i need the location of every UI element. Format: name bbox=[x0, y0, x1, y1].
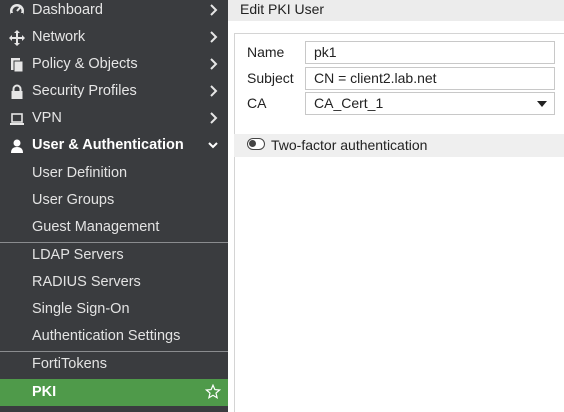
two-factor-section: Two-factor authentication bbox=[234, 134, 564, 157]
sidebar-item-label: Dashboard bbox=[32, 2, 103, 18]
sidebar-item-label: LDAP Servers bbox=[32, 247, 124, 263]
sidebar-item-label: Network bbox=[32, 29, 86, 45]
chevron-down-icon bbox=[537, 101, 547, 107]
two-factor-toggle[interactable] bbox=[247, 138, 265, 150]
chevron-right-icon bbox=[210, 4, 218, 16]
sidebar-item-label: VPN bbox=[32, 110, 62, 126]
sidebar-item-label: User Definition bbox=[32, 165, 128, 181]
sidebar-item-single-sign-on[interactable]: Single Sign-On bbox=[0, 296, 228, 323]
policy-icon bbox=[9, 57, 25, 73]
sidebar-item-network[interactable]: Network bbox=[0, 24, 228, 51]
ca-value: CA_Cert_1 bbox=[314, 95, 384, 111]
page-title: Edit PKI User bbox=[240, 1, 325, 17]
toggle-knob bbox=[249, 140, 256, 147]
sidebar-item-ldap-servers[interactable]: LDAP Servers bbox=[0, 242, 228, 269]
name-input[interactable]: pk1 bbox=[305, 41, 555, 64]
sidebar-item-label: Policy & Objects bbox=[32, 56, 138, 72]
sidebar-item-user-groups[interactable]: User Groups bbox=[0, 187, 228, 214]
sidebar-item-authentication-settings[interactable]: Authentication Settings bbox=[0, 323, 228, 350]
sidebar-item-label: Single Sign-On bbox=[32, 301, 130, 317]
sidebar-item-label: User Groups bbox=[32, 192, 115, 208]
sidebar-item-guest-management[interactable]: Guest Management bbox=[0, 214, 228, 241]
sidebar-item-label: Security Profiles bbox=[32, 83, 137, 99]
chevron-down-icon bbox=[208, 142, 218, 149]
user-icon bbox=[9, 138, 25, 154]
chevron-right-icon bbox=[210, 58, 218, 70]
sidebar-item-label: FortiTokens bbox=[32, 356, 107, 372]
name-value: pk1 bbox=[314, 44, 337, 60]
chevron-right-icon bbox=[210, 112, 218, 124]
name-label: Name bbox=[247, 44, 285, 60]
sidebar: Dashboard Network Policy & Objects Secur… bbox=[0, 0, 228, 412]
chevron-right-icon bbox=[210, 31, 218, 43]
sidebar-item-label: Guest Management bbox=[32, 219, 160, 235]
sidebar-item-policy-objects[interactable]: Policy & Objects bbox=[0, 51, 228, 78]
star-icon[interactable] bbox=[205, 384, 221, 400]
page-header: Edit PKI User bbox=[228, 0, 564, 21]
sidebar-item-pki[interactable]: PKI bbox=[0, 379, 228, 406]
subject-input[interactable]: CN = client2.lab.net bbox=[305, 67, 555, 90]
sidebar-item-label: PKI bbox=[32, 384, 57, 400]
sidebar-item-user-definition[interactable]: User Definition bbox=[0, 160, 228, 187]
sidebar-item-vpn[interactable]: VPN bbox=[0, 105, 228, 132]
sidebar-item-security-profiles[interactable]: Security Profiles bbox=[0, 78, 228, 105]
ca-label: CA bbox=[247, 95, 267, 111]
subject-label: Subject bbox=[247, 70, 294, 86]
laptop-icon bbox=[9, 111, 25, 127]
dashboard-icon bbox=[9, 3, 25, 19]
sidebar-item-fortitokens[interactable]: FortiTokens bbox=[0, 351, 228, 378]
sidebar-item-radius-servers[interactable]: RADIUS Servers bbox=[0, 269, 228, 296]
ca-select[interactable]: CA_Cert_1 bbox=[305, 92, 555, 115]
network-icon bbox=[9, 30, 25, 46]
sidebar-item-label: RADIUS Servers bbox=[32, 274, 141, 290]
chevron-right-icon bbox=[210, 85, 218, 97]
sidebar-item-user-authentication[interactable]: User & Authentication bbox=[0, 132, 228, 159]
lock-icon bbox=[9, 84, 25, 100]
sidebar-item-label: User & Authentication bbox=[32, 137, 184, 153]
two-factor-label: Two-factor authentication bbox=[271, 137, 428, 153]
sidebar-item-label: Authentication Settings bbox=[32, 328, 181, 344]
subject-value: CN = client2.lab.net bbox=[314, 70, 437, 86]
sidebar-item-dashboard[interactable]: Dashboard bbox=[0, 0, 228, 24]
